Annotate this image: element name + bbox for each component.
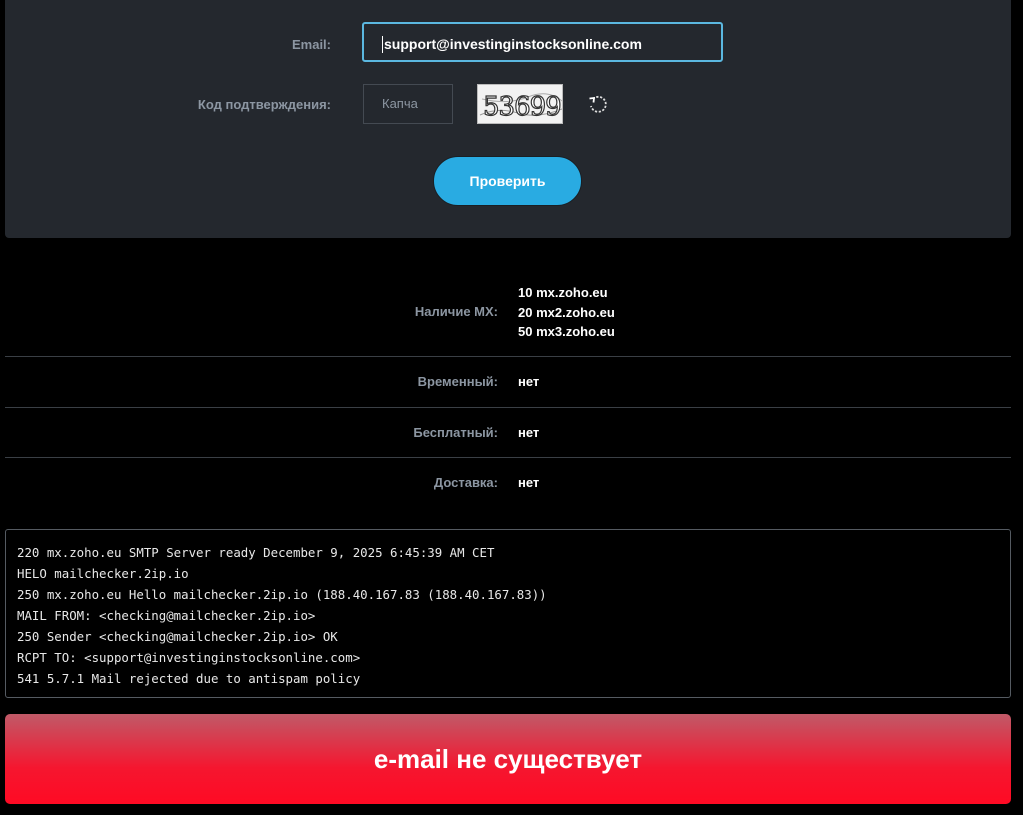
divider xyxy=(5,457,1011,458)
mx-label: Наличие MX: xyxy=(414,304,498,319)
divider xyxy=(5,407,1011,408)
temporary-label: Временный: xyxy=(417,374,498,389)
verdict-banner: e-mail не существует xyxy=(5,714,1011,804)
log-line: 541 5.7.1 Mail rejected due to antispam … xyxy=(17,671,361,686)
mx-record: 20 mx2.zoho.eu xyxy=(518,304,615,320)
log-line: 220 mx.zoho.eu SMTP Server ready Decembe… xyxy=(17,545,495,560)
smtp-log: 220 mx.zoho.eu SMTP Server ready Decembe… xyxy=(5,529,1011,698)
text-caret xyxy=(382,35,383,53)
captcha-input[interactable]: Капча xyxy=(363,84,453,124)
log-line: 250 Sender <checking@mailchecker.2ip.io>… xyxy=(17,629,338,644)
captcha-label: Код подтверждения: xyxy=(197,97,331,112)
delivery-label: Доставка: xyxy=(433,475,498,490)
free-label: Бесплатный: xyxy=(413,425,498,440)
log-line: 250 mx.zoho.eu Hello mailchecker.2ip.io … xyxy=(17,587,547,602)
verify-button[interactable]: Проверить xyxy=(433,156,582,206)
log-line: MAIL FROM: <checking@mailchecker.2ip.io> xyxy=(17,608,316,623)
refresh-captcha-icon[interactable] xyxy=(587,93,609,115)
log-line: RCPT TO: <support@investinginstocksonlin… xyxy=(17,650,361,665)
email-input-value: support@investinginstocksonline.com xyxy=(384,36,642,52)
free-value: нет xyxy=(518,425,540,440)
delivery-value: нет xyxy=(518,475,540,490)
captcha-image: 53699 xyxy=(477,84,563,124)
log-line: HELO mailchecker.2ip.io xyxy=(17,566,189,581)
email-check-form: Email: support@investinginstocksonline.c… xyxy=(5,0,1011,238)
mx-record: 10 mx.zoho.eu xyxy=(518,285,608,300)
email-input[interactable]: support@investinginstocksonline.com xyxy=(362,22,723,62)
captcha-text: 53699 xyxy=(483,92,561,122)
mx-record: 50 mx3.zoho.eu xyxy=(518,324,615,339)
email-label: Email: xyxy=(291,37,331,52)
mx-records: 10 mx.zoho.eu 20 mx2.zoho.eu 50 mx3.zoho… xyxy=(518,283,615,342)
divider xyxy=(5,356,1011,357)
temporary-value: нет xyxy=(518,374,540,389)
